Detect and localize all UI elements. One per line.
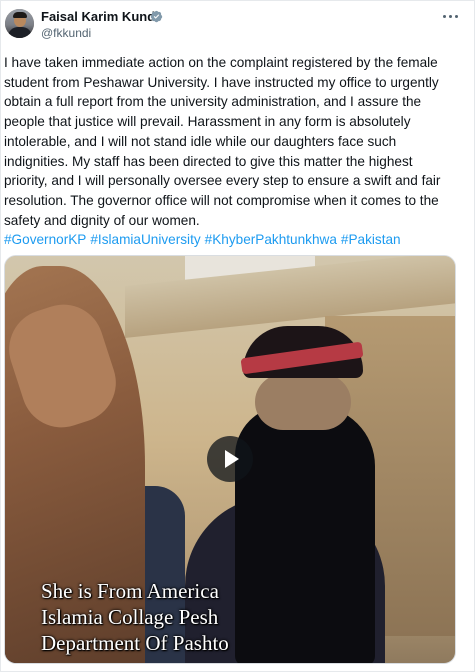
video-player[interactable]: She is From America Islamia Collage Pesh… bbox=[4, 255, 456, 664]
hashtag-link[interactable]: #IslamiaUniversity bbox=[90, 232, 200, 247]
hashtag-link[interactable]: #KhyberPakhtunkhwa bbox=[205, 232, 337, 247]
caption-line: Department Of Pashto bbox=[41, 631, 229, 655]
play-icon[interactable] bbox=[207, 436, 253, 482]
text-line: priority, and I will personally oversee … bbox=[4, 173, 441, 189]
text-line: indignities. My staff has been directed … bbox=[4, 153, 413, 169]
author-handle[interactable]: @fkkundi bbox=[41, 26, 91, 40]
avatar[interactable] bbox=[5, 9, 34, 38]
hashtag-link[interactable]: #Pakistan bbox=[341, 232, 401, 247]
caption-line: She is From America bbox=[41, 579, 219, 603]
tweet-header: Faisal Karim Kundi @fkkundi bbox=[1, 1, 475, 45]
text-line: student from Peshawar University. I have… bbox=[4, 74, 439, 90]
tweet-card: Faisal Karim Kundi @fkkundi I have taken… bbox=[0, 0, 475, 672]
caption-line: Islamia Collage Pesh bbox=[41, 605, 219, 629]
more-options-icon[interactable] bbox=[439, 5, 461, 27]
hashtag-row: #GovernorKP #IslamiaUniversity #KhyberPakh… bbox=[4, 230, 472, 250]
tweet-text: I have taken immediate action on the com… bbox=[4, 53, 472, 250]
video-caption: She is From America Islamia Collage Pesh… bbox=[41, 578, 381, 656]
text-line: safety and dignity of our women. bbox=[4, 212, 200, 228]
hashtag-link[interactable]: #GovernorKP bbox=[4, 232, 86, 247]
text-line: I have taken immediate action on the com… bbox=[4, 55, 438, 70]
text-line: people that justice will prevail. Harass… bbox=[4, 114, 411, 130]
text-line: obtain a full report from the university… bbox=[4, 94, 422, 110]
text-line: intolerable, and I will not stand idle w… bbox=[4, 133, 397, 149]
verified-badge-icon bbox=[150, 10, 163, 23]
author-name[interactable]: Faisal Karim Kundi bbox=[41, 9, 159, 24]
text-line: resolution. The governor office will not… bbox=[4, 192, 439, 208]
